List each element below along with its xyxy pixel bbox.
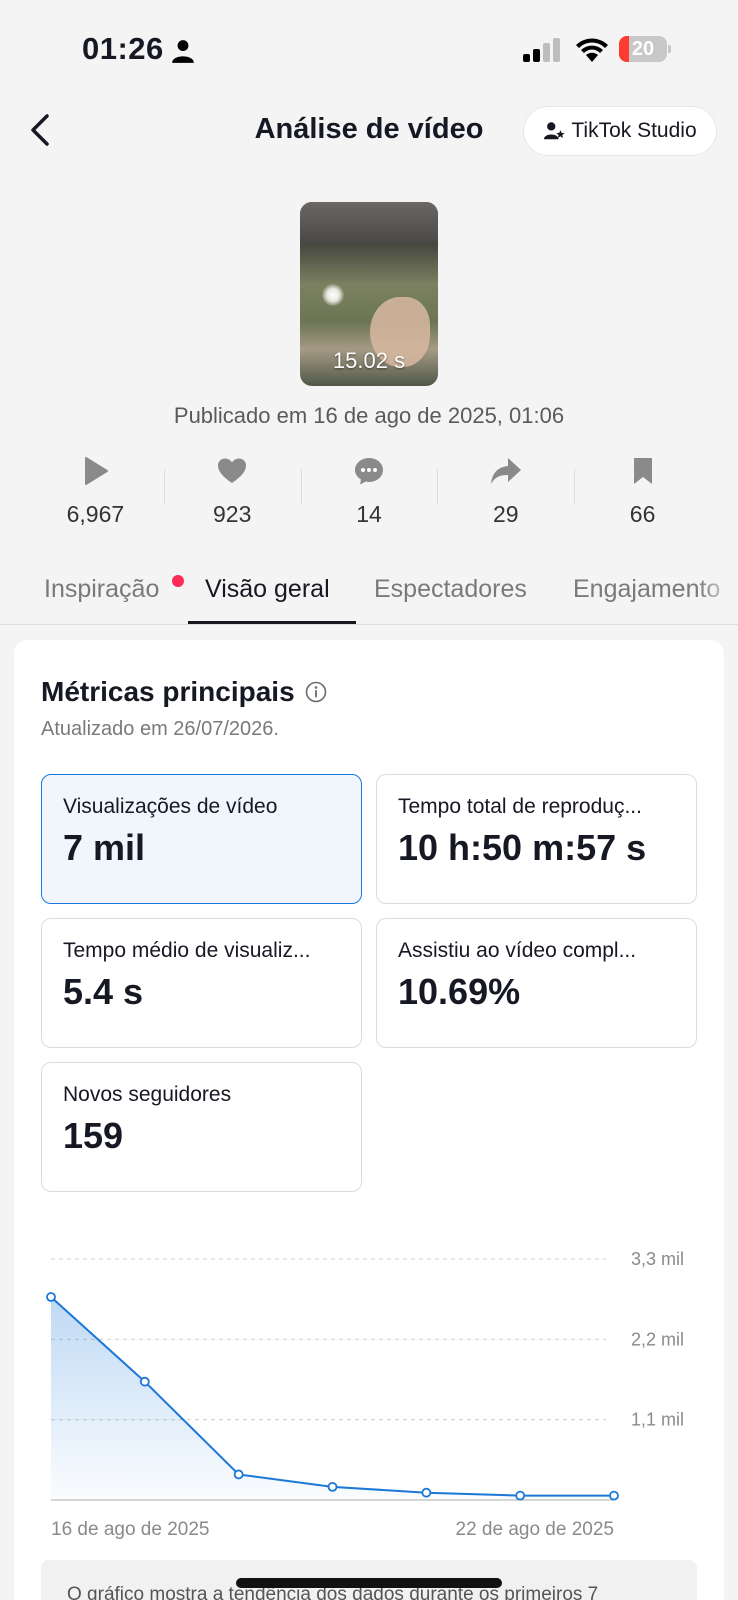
metric-watched-full-video[interactable]: Assistiu ao vídeo compl... 10.69% [376, 918, 697, 1048]
metric-label: Visualizações de vídeo [63, 795, 278, 818]
published-date: Publicado em 16 de ago de 2025, 01:06 [173, 403, 565, 428]
metric-value: 10 h:50 m:57 s [398, 827, 647, 868]
stat-saves-value: 66 [629, 501, 656, 527]
bookmark-icon [633, 458, 652, 484]
battery-indicator: 20 [619, 36, 671, 62]
metrics-title-text: Métricas principais [41, 676, 295, 707]
metric-video-views[interactable]: Visualizações de vídeo 7 mil [41, 774, 362, 904]
play-icon [85, 457, 109, 485]
metric-value: 159 [63, 1115, 124, 1156]
cellular-signal-icon [523, 38, 560, 62]
metric-value: 10.69% [398, 971, 521, 1012]
x-tick-label: 16 de ago de 2025 [51, 1519, 210, 1540]
active-tab-indicator [188, 621, 356, 624]
stat-comments: 14 [300, 455, 438, 535]
data-point [609, 1490, 619, 1501]
heart-icon [218, 458, 247, 483]
video-thumbnail[interactable]: 15.02 s [300, 202, 438, 386]
stats-row: 6,967 923 14 29 66 [27, 455, 711, 535]
stat-shares: 29 [437, 455, 574, 535]
tab-inspiration[interactable]: Inspiração [44, 575, 159, 604]
info-icon[interactable] [305, 681, 327, 703]
creator-star-icon [544, 122, 565, 140]
data-point [515, 1490, 526, 1501]
series-area [51, 1296, 614, 1500]
views-trend-chart: 3,3 mil 2,2 mil 1,1 mil 16 de ago de 2025 22… [14, 1200, 724, 1540]
metrics-card: Métricas principais Atualizado em 26/07/… [14, 640, 724, 1600]
tab-overview[interactable]: Visão geral [205, 575, 330, 604]
metric-total-play-time[interactable]: Tempo total de reproduç... 10 h:50 m:57 … [376, 774, 697, 904]
stat-shares-value: 29 [492, 501, 519, 527]
x-tick-label: 22 de ago de 2025 [456, 1519, 615, 1540]
y-tick-label: 1,1 mil [631, 1410, 684, 1430]
metric-label: Tempo médio de visualiz... [63, 939, 311, 962]
stat-saves: 66 [574, 455, 711, 535]
updated-date: Atualizado em 26/07/2026. [41, 718, 279, 740]
notification-dot [172, 575, 184, 587]
person-icon [172, 40, 194, 63]
metric-value: 7 mil [63, 827, 146, 868]
stat-views: 6,967 [27, 455, 164, 535]
metric-label: Assistiu ao vídeo compl... [398, 939, 637, 962]
metric-value: 5.4 s [63, 971, 144, 1012]
chart-svg: 3,3 mil 2,2 mil 1,1 mil 16 de ago de 2025 22… [46, 1249, 684, 1540]
stat-views-value: 6,967 [66, 501, 125, 527]
status-time: 01:26 [82, 31, 164, 66]
tiktok-studio-label: TikTok Studio [571, 119, 697, 142]
stat-likes: 923 [163, 455, 301, 535]
metric-average-watch-time[interactable]: Tempo médio de visualiz... 5.4 s [41, 918, 362, 1048]
data-point [233, 1469, 244, 1480]
tab-bar: Inspiração Visão geral Espectadores Enga… [0, 565, 738, 625]
data-point [46, 1292, 56, 1302]
data-point [421, 1487, 432, 1498]
share-icon [490, 458, 521, 484]
data-point [327, 1481, 338, 1492]
status-bar: 01:26 20 [0, 0, 738, 100]
metric-new-followers[interactable]: Novos seguidores 159 [41, 1062, 362, 1192]
metrics-title: Métricas principais [41, 676, 327, 708]
y-tick-label: 2,2 mil [631, 1329, 684, 1349]
tab-viewers[interactable]: Espectadores [374, 575, 527, 604]
metric-label: Novos seguidores [63, 1083, 232, 1106]
comment-icon [354, 458, 383, 485]
video-duration: 15.02 s [332, 348, 406, 373]
battery-level: 20 [631, 38, 655, 60]
metric-label: Tempo total de reproduç... [398, 795, 642, 818]
wifi-icon [576, 38, 608, 62]
stat-likes-value: 923 [213, 501, 252, 527]
tiktok-studio-button[interactable]: TikTok Studio [523, 106, 717, 156]
home-indicator [236, 1578, 502, 1588]
stat-comments-value: 14 [356, 501, 382, 527]
y-tick-label: 3,3 mil [631, 1249, 684, 1269]
data-point [139, 1376, 150, 1387]
